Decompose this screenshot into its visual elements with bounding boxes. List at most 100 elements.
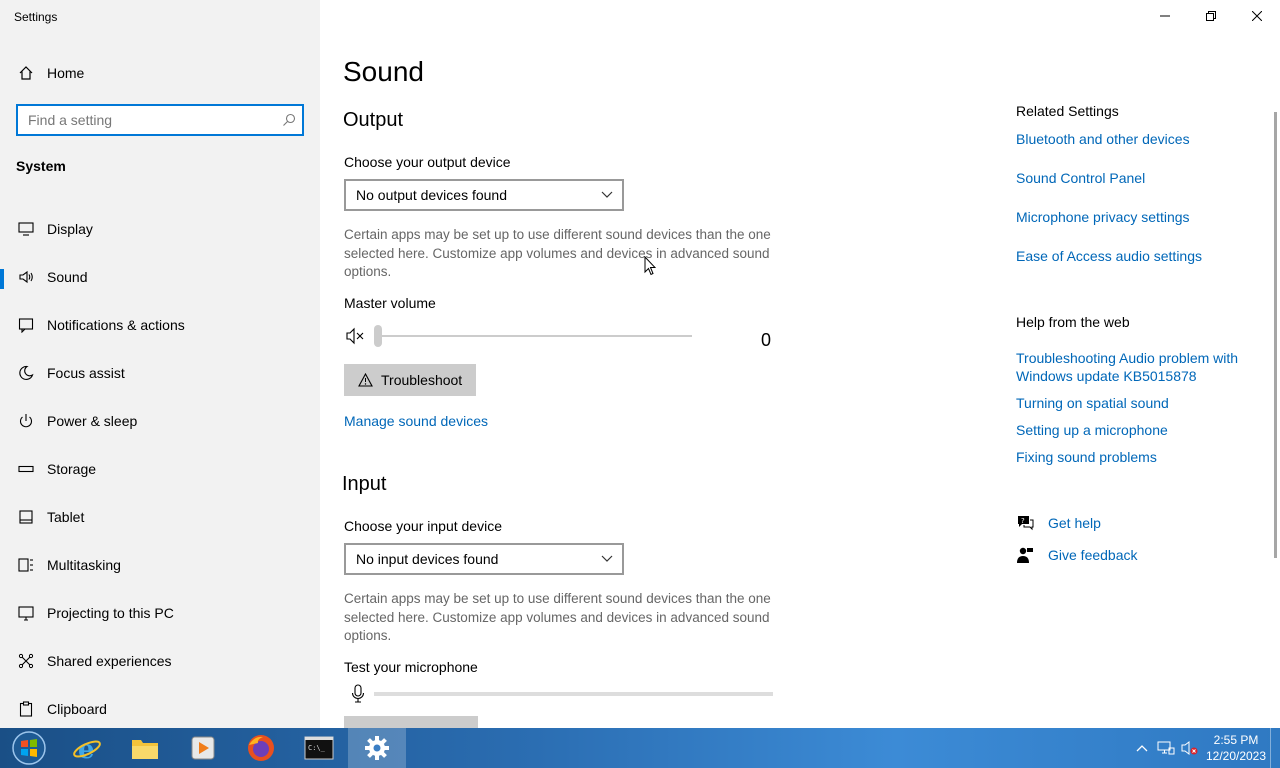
nav-home[interactable]: Home xyxy=(0,58,320,88)
mouse-cursor-icon xyxy=(644,255,657,281)
scrollbar[interactable] xyxy=(1274,112,1277,558)
file-explorer-icon xyxy=(132,740,158,759)
spatial-sound-link[interactable]: Turning on spatial sound xyxy=(1016,394,1256,412)
clock-date: 12/20/2023 xyxy=(1205,749,1267,763)
sidebar-item-label: Shared experiences xyxy=(47,653,172,669)
command-prompt-taskbar-button[interactable]: C:\_ xyxy=(290,728,348,768)
output-heading: Output xyxy=(343,109,404,131)
sidebar-item-label: Projecting to this PC xyxy=(47,605,174,621)
output-description: Certain apps may be set up to use differ… xyxy=(344,227,771,279)
microphone-level-bar xyxy=(374,692,773,696)
sidebar-item-power-sleep[interactable]: Power & sleep xyxy=(0,397,320,445)
show-hidden-icons-icon[interactable] xyxy=(1130,744,1154,752)
sidebar-item-label: Sound xyxy=(47,269,88,285)
show-desktop-button[interactable] xyxy=(1270,728,1280,768)
manage-sound-devices-link[interactable]: Manage sound devices xyxy=(344,413,488,429)
start-button[interactable] xyxy=(0,728,58,768)
give-feedback-icon xyxy=(1016,546,1034,564)
svg-text:C:\_: C:\_ xyxy=(308,744,326,752)
master-volume-label: Master volume xyxy=(344,295,436,311)
taskbar-clock[interactable]: 2:55 PM 12/20/2023 xyxy=(1202,732,1270,764)
get-help-icon: ? xyxy=(1016,515,1034,531)
page-title: Sound xyxy=(343,56,424,87)
media-player-icon xyxy=(191,736,215,760)
svg-text:?: ? xyxy=(1021,517,1025,525)
microphone-privacy-link[interactable]: Microphone privacy settings xyxy=(1016,208,1256,226)
volume-muted-icon[interactable] xyxy=(346,327,366,350)
sidebar-item-shared-experiences[interactable]: Shared experiences xyxy=(0,637,320,685)
sidebar-item-focus-assist[interactable]: Focus assist xyxy=(0,349,320,397)
search-box[interactable] xyxy=(16,104,304,136)
system-tray: 2:55 PM 12/20/2023 xyxy=(1130,728,1280,768)
home-icon xyxy=(17,64,35,82)
firefox-icon xyxy=(248,735,274,761)
sidebar-item-label: Clipboard xyxy=(47,701,107,717)
test-microphone-label: Test your microphone xyxy=(344,659,478,675)
sidebar-item-label: Storage xyxy=(47,461,97,477)
troubleshoot-label: Troubleshoot xyxy=(381,372,463,388)
bluetooth-devices-link[interactable]: Bluetooth and other devices xyxy=(1016,130,1256,148)
sidebar-item-label: Tablet xyxy=(47,509,85,525)
windows-orb-icon xyxy=(12,731,46,765)
output-device-value: No output devices found xyxy=(356,187,507,203)
setting-up-microphone-link[interactable]: Setting up a microphone xyxy=(1016,421,1256,439)
sidebar-item-label: Display xyxy=(47,221,93,237)
give-feedback-row[interactable]: Give feedback xyxy=(1016,546,1138,564)
sidebar-item-multitasking[interactable]: Multitasking xyxy=(0,541,320,589)
chevron-down-icon xyxy=(600,187,614,204)
tablet-icon xyxy=(17,508,35,526)
file-explorer-taskbar-button[interactable] xyxy=(116,728,174,768)
get-help-row[interactable]: ? Get help xyxy=(1016,515,1101,531)
section-label-system: System xyxy=(16,158,66,174)
settings-taskbar-button[interactable] xyxy=(348,728,406,768)
sidebar-item-projecting[interactable]: Projecting to this PC xyxy=(0,589,320,637)
power-icon xyxy=(17,412,35,430)
input-device-label: Choose your input device xyxy=(344,518,502,534)
input-device-dropdown[interactable]: No input devices found xyxy=(344,543,624,575)
volume-muted-tray-icon[interactable] xyxy=(1178,740,1202,756)
search-input[interactable] xyxy=(18,106,276,134)
master-volume-value: 0 xyxy=(761,330,772,350)
sidebar-item-sound[interactable]: Sound xyxy=(0,253,320,301)
fixing-sound-problems-link[interactable]: Fixing sound problems xyxy=(1016,448,1256,466)
firefox-taskbar-button[interactable] xyxy=(232,728,290,768)
storage-icon xyxy=(17,460,35,478)
sidebar-item-clipboard[interactable]: Clipboard xyxy=(0,685,320,733)
clock-time: 2:55 PM xyxy=(1213,733,1259,747)
svg-text:e: e xyxy=(78,735,95,763)
speaker-icon xyxy=(17,268,35,286)
shared-experiences-icon xyxy=(17,652,35,670)
command-prompt-icon: C:\_ xyxy=(304,736,334,760)
help-from-web-heading: Help from the web xyxy=(1016,314,1130,330)
output-device-dropdown[interactable]: No output devices found xyxy=(344,179,624,211)
sound-control-panel-link[interactable]: Sound Control Panel xyxy=(1016,169,1256,187)
projecting-icon xyxy=(17,604,35,622)
troubleshooting-audio-link[interactable]: Troubleshooting Audio problem with Windo… xyxy=(1016,349,1256,385)
ease-of-access-audio-link[interactable]: Ease of Access audio settings xyxy=(1016,247,1256,265)
input-description: Certain apps may be set up to use differ… xyxy=(344,591,771,643)
sidebar-item-notifications[interactable]: Notifications & actions xyxy=(0,301,320,349)
sidebar-item-label: Multitasking xyxy=(47,557,121,573)
sidebar: Settings Home System Display Sound xyxy=(0,0,320,728)
sidebar-item-tablet[interactable]: Tablet xyxy=(0,493,320,541)
sidebar-item-label: Notifications & actions xyxy=(47,317,185,333)
troubleshoot-button[interactable]: Troubleshoot xyxy=(344,364,477,396)
app-title: Settings xyxy=(14,10,58,24)
input-heading: Input xyxy=(342,473,387,495)
network-icon[interactable] xyxy=(1154,740,1178,756)
internet-explorer-taskbar-button[interactable]: e xyxy=(58,728,116,768)
moon-icon xyxy=(17,364,35,382)
master-volume-track[interactable] xyxy=(376,335,692,337)
media-player-taskbar-button[interactable] xyxy=(174,728,232,768)
sidebar-item-label: Power & sleep xyxy=(47,413,138,429)
give-feedback-label: Give feedback xyxy=(1048,547,1138,563)
sidebar-item-display[interactable]: Display xyxy=(0,205,320,253)
input-troubleshoot-button[interactable] xyxy=(344,716,478,728)
sidebar-item-label: Focus assist xyxy=(47,365,125,381)
microphone-icon xyxy=(351,684,365,709)
clipboard-icon xyxy=(17,700,35,718)
master-volume-thumb[interactable] xyxy=(374,325,382,347)
search-icon[interactable] xyxy=(276,113,302,127)
sidebar-item-storage[interactable]: Storage xyxy=(0,445,320,493)
input-device-value: No input devices found xyxy=(356,551,499,567)
